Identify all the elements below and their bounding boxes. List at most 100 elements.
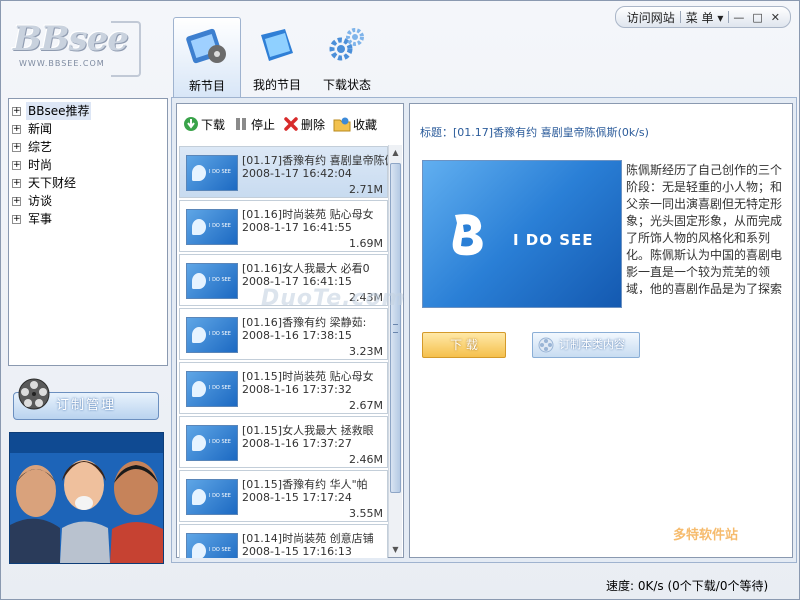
tree-item-military[interactable]: + 军事 bbox=[12, 210, 167, 228]
program-date: 2008-1-15 17:17:24 bbox=[242, 491, 352, 504]
program-title: [01.17]香豫有约 喜剧皇帝陈佩斯 bbox=[242, 154, 388, 167]
expand-icon[interactable]: + bbox=[12, 142, 21, 152]
tree-item-bbsee-recommend[interactable]: + BBsee推荐 bbox=[12, 102, 167, 120]
subscribe-category-button[interactable]: 订制本类内容 bbox=[532, 332, 640, 358]
tab-label: 我的节目 bbox=[252, 78, 301, 92]
pause-icon bbox=[236, 118, 247, 130]
tree-item-variety[interactable]: + 综艺 bbox=[12, 138, 167, 156]
program-thumbnail: I DO SEE bbox=[186, 209, 238, 245]
scrollbar-thumb[interactable] bbox=[390, 163, 401, 493]
expand-icon[interactable]: + bbox=[12, 106, 21, 116]
program-preview-image[interactable]: I DO SEE bbox=[422, 160, 622, 308]
program-thumbnail: I DO SEE bbox=[186, 263, 238, 299]
program-size: 2.46M bbox=[349, 453, 383, 466]
program-size: 2.71M bbox=[349, 183, 383, 196]
promo-faces-illustration bbox=[10, 433, 163, 563]
watermark-site: 多特软件站 bbox=[673, 528, 739, 543]
tab-label: 新节目 bbox=[188, 79, 225, 93]
program-date: 2008-1-17 16:41:55 bbox=[242, 221, 352, 234]
expand-icon[interactable]: + bbox=[12, 160, 21, 170]
expand-icon[interactable]: + bbox=[12, 178, 21, 188]
favorite-folder-icon bbox=[333, 117, 351, 132]
program-date: 2008-1-17 16:42:04 bbox=[242, 167, 352, 180]
subscribe-category-label: 订制本类内容 bbox=[559, 338, 625, 351]
tab-download-status[interactable]: 下载状态 bbox=[313, 17, 381, 97]
list-scrollbar[interactable]: ▲ ▼ bbox=[388, 145, 402, 557]
bbsee-logo: BBsee WWW.BBSEE.COM bbox=[13, 19, 143, 79]
scroll-down-icon[interactable]: ▼ bbox=[391, 545, 400, 554]
tree-item-fashion[interactable]: + 时尚 bbox=[12, 156, 167, 174]
program-title: [01.15]女人我最大 拯救眼 bbox=[242, 424, 374, 437]
tab-label: 下载状态 bbox=[322, 78, 371, 92]
program-thumbnail: I DO SEE bbox=[186, 479, 238, 515]
gear-icon bbox=[329, 28, 364, 61]
maximize-button[interactable]: □ bbox=[748, 11, 766, 24]
list-item[interactable]: I DO SEE [01.15]时尚装苑 贴心母女 2008-1-16 17:3… bbox=[179, 362, 388, 414]
program-thumbnail: I DO SEE bbox=[186, 371, 238, 407]
promo-image[interactable] bbox=[9, 432, 164, 564]
close-button[interactable]: ✕ bbox=[767, 11, 784, 24]
delete-x-icon bbox=[284, 117, 298, 131]
list-item[interactable]: I DO SEE [01.16]时尚装苑 贴心母女 2008-1-17 16:4… bbox=[179, 200, 388, 252]
minimize-button[interactable]: — bbox=[729, 11, 748, 24]
program-thumbnail: I DO SEE bbox=[186, 317, 238, 353]
tree-item-label: 天下财经 bbox=[28, 176, 77, 190]
program-title: [01.15]香豫有约 华人"帕 bbox=[242, 478, 368, 491]
detail-title: 标题：[01.17]香豫有约 喜剧皇帝陈佩斯(0k/s) bbox=[420, 126, 649, 139]
program-date: 2008-1-16 17:37:27 bbox=[242, 437, 352, 450]
list-toolbar: 下载 停止 删除 收藏 bbox=[177, 104, 403, 144]
film-reel-icon bbox=[18, 378, 50, 410]
folder-icon bbox=[261, 29, 293, 61]
program-thumbnail: I DO SEE bbox=[186, 533, 238, 558]
program-date: 2008-1-16 17:37:32 bbox=[242, 383, 352, 396]
tab-new-programs[interactable]: 新节目 bbox=[173, 17, 241, 97]
film-reel-icon bbox=[538, 337, 554, 353]
program-size: 3.55M bbox=[349, 507, 383, 520]
program-size: 3.23M bbox=[349, 345, 383, 358]
watermark-text: DuoTe.com bbox=[261, 286, 406, 311]
list-item[interactable]: I DO SEE [01.14]时尚装苑 创意店铺 2008-1-15 17:1… bbox=[179, 524, 388, 558]
tree-item-label: 新闻 bbox=[28, 122, 53, 136]
bbsee-b-logo-icon bbox=[452, 214, 483, 256]
stop-button[interactable]: 停止 bbox=[233, 116, 275, 133]
tree-item-label: 综艺 bbox=[28, 140, 53, 154]
program-date: 2008-1-16 17:38:15 bbox=[242, 329, 352, 342]
category-tree: + BBsee推荐 + 新闻 + 综艺 + 时尚 + 天下财经 + 访谈 + 军事 bbox=[8, 98, 168, 366]
program-date: 2008-1-15 17:16:13 bbox=[242, 545, 352, 558]
scroll-up-icon[interactable]: ▲ bbox=[391, 148, 400, 157]
visit-site-link[interactable]: 访问网站 bbox=[622, 9, 680, 26]
menu-button[interactable]: 菜 单 ▾ bbox=[681, 9, 729, 26]
tree-item-finance[interactable]: + 天下财经 bbox=[12, 174, 167, 192]
expand-icon[interactable]: + bbox=[12, 196, 21, 206]
program-title: [01.15]时尚装苑 贴心母女 bbox=[242, 370, 374, 383]
list-item[interactable]: I DO SEE [01.17]香豫有约 喜剧皇帝陈佩斯 2008-1-17 1… bbox=[179, 146, 388, 198]
list-item[interactable]: I DO SEE [01.15]香豫有约 华人"帕 2008-1-15 17:1… bbox=[179, 470, 388, 522]
list-item[interactable]: I DO SEE [01.16]香豫有约 梁静茹: 2008-1-16 17:3… bbox=[179, 308, 388, 360]
delete-button[interactable]: 删除 bbox=[283, 116, 325, 133]
tree-item-label: 军事 bbox=[28, 212, 53, 226]
tree-item-news[interactable]: + 新闻 bbox=[12, 120, 167, 138]
app-window: BBsee WWW.BBSEE.COM 访问网站 菜 单 ▾ — □ ✕ 新节目 bbox=[0, 0, 800, 600]
delete-label: 删除 bbox=[301, 117, 326, 132]
program-title: [01.16]时尚装苑 贴心母女 bbox=[242, 208, 374, 221]
title-controls: 访问网站 菜 单 ▾ — □ ✕ bbox=[614, 6, 791, 28]
expand-icon[interactable]: + bbox=[12, 214, 21, 224]
expand-icon[interactable]: + bbox=[12, 124, 21, 134]
program-thumbnail: I DO SEE bbox=[186, 155, 238, 191]
menu-label: 菜 单 bbox=[685, 10, 714, 25]
detail-download-button[interactable]: 下 载 bbox=[422, 332, 506, 358]
download-button-label: 下 载 bbox=[450, 338, 478, 352]
program-list: I DO SEE [01.17]香豫有约 喜剧皇帝陈佩斯 2008-1-17 1… bbox=[179, 146, 388, 558]
tree-item-label: BBsee推荐 bbox=[26, 102, 92, 120]
list-item[interactable]: I DO SEE [01.15]女人我最大 拯救眼 2008-1-16 17:3… bbox=[179, 416, 388, 468]
logo-frame bbox=[111, 21, 141, 77]
program-description: 陈佩斯经历了自己创作的三个阶段：无是轻重的小人物；和父亲一同出演喜剧但无特定形象… bbox=[626, 163, 783, 294]
program-list-pane: 下载 停止 删除 收藏 I DO SEE [01.17]香豫有约 喜剧皇帝陈佩斯… bbox=[176, 103, 404, 558]
tab-my-programs[interactable]: 我的节目 bbox=[243, 17, 311, 97]
download-button[interactable]: 下载 bbox=[183, 116, 225, 133]
favorite-button[interactable]: 收藏 bbox=[333, 116, 377, 133]
tree-item-label: 时尚 bbox=[28, 158, 53, 172]
tree-item-interview[interactable]: + 访谈 bbox=[12, 192, 167, 210]
download-arrow-icon bbox=[184, 117, 198, 131]
program-title: [01.16]女人我最大 必看0 bbox=[242, 262, 370, 275]
